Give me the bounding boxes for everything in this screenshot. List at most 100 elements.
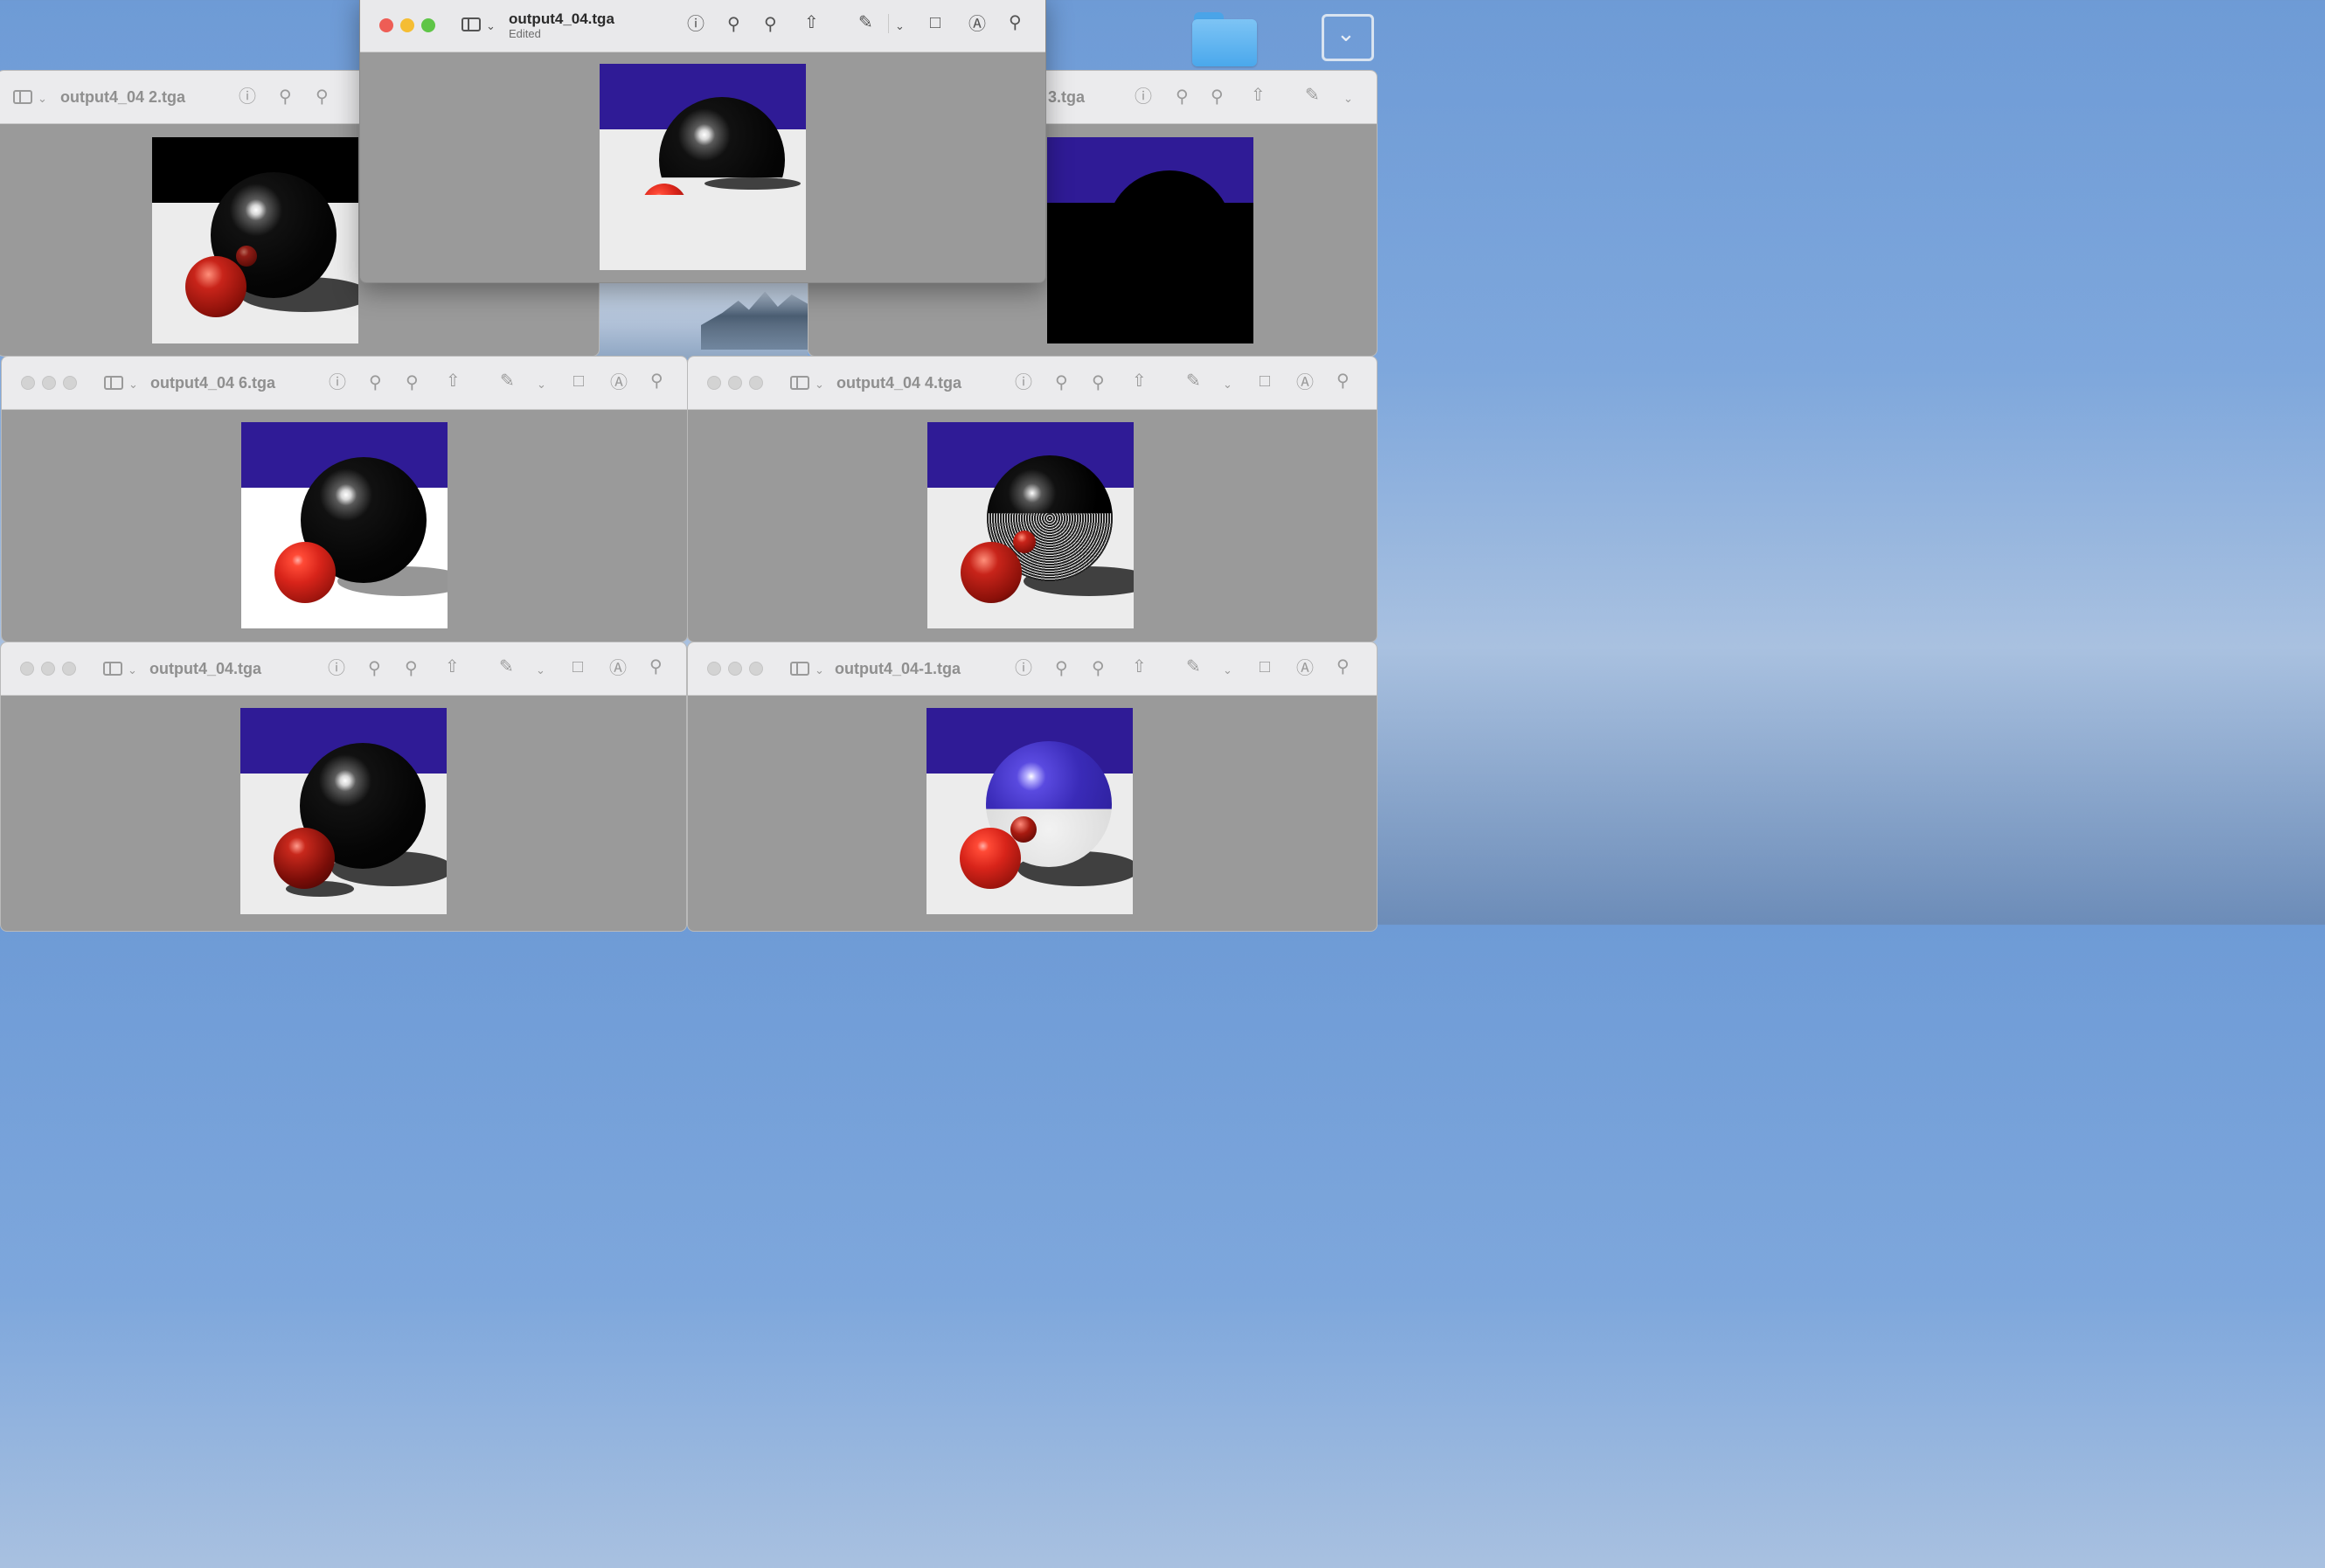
search-icon[interactable]: ⚲ <box>1009 14 1022 31</box>
zoom-out-icon[interactable]: ⚲ <box>369 374 382 392</box>
sidebar-icon[interactable] <box>103 662 122 676</box>
rotate-icon[interactable]: □ <box>573 658 583 676</box>
preview-window-output4-04-6[interactable]: ⌄ output4_04 6.tga ⓘ ⚲ ⚲ ⇧ ✎ ⌄ □ Ⓐ ⚲ <box>1 356 688 642</box>
info-icon[interactable]: ⓘ <box>329 374 346 392</box>
close-button[interactable] <box>20 662 34 676</box>
chevron-down-icon[interactable]: ⌄ <box>486 17 496 35</box>
annotate-icon[interactable]: Ⓐ <box>1296 660 1314 677</box>
window-title: output4_04 2.tga <box>60 88 186 106</box>
zoom-out-icon[interactable]: ⚲ <box>1055 660 1068 677</box>
preview-window-output4-04-4[interactable]: ⌄ output4_04 4.tga ⓘ ⚲ ⚲ ⇧ ✎ ⌄ □ Ⓐ ⚲ <box>687 356 1378 642</box>
zoom-out-icon[interactable]: ⚲ <box>1176 88 1189 106</box>
sidebar-icon[interactable] <box>462 17 481 31</box>
zoom-out-icon[interactable]: ⚲ <box>368 660 381 677</box>
search-icon[interactable]: ⚲ <box>1336 658 1350 676</box>
zoom-button[interactable] <box>421 18 435 32</box>
minimize-button[interactable] <box>728 662 742 676</box>
zoom-out-icon[interactable]: ⚲ <box>1055 374 1068 392</box>
zoom-button[interactable] <box>63 376 77 390</box>
chevron-down-icon[interactable]: ⌄ <box>1343 90 1353 108</box>
window-titlebar[interactable]: ⌄ output4_04 4.tga ⓘ ⚲ ⚲ ⇧ ✎ ⌄ □ Ⓐ ⚲ <box>688 357 1377 410</box>
share-icon[interactable]: ⇧ <box>1132 658 1147 676</box>
chevron-down-icon[interactable]: ⌄ <box>815 662 824 679</box>
info-icon[interactable]: ⓘ <box>239 88 256 106</box>
zoom-in-icon[interactable]: ⚲ <box>1211 88 1224 106</box>
zoom-in-icon[interactable]: ⚲ <box>1092 374 1105 392</box>
window-titlebar[interactable]: ⌄ output4_04-1.tga ⓘ ⚲ ⚲ ⇧ ✎ ⌄ □ Ⓐ ⚲ <box>688 642 1377 696</box>
window-titlebar[interactable]: ⌄ output4_04.tga ⓘ ⚲ ⚲ ⇧ ✎ ⌄ □ Ⓐ ⚲ <box>1 642 686 696</box>
info-icon[interactable]: ⓘ <box>1135 88 1152 106</box>
markup-pen-icon[interactable]: ✎ <box>1186 372 1201 390</box>
annotate-icon[interactable]: Ⓐ <box>609 660 627 677</box>
window-titlebar[interactable]: ⌄ output4_04.tga Edited ⓘ ⚲ ⚲ ⇧ ✎ ⌄ □ Ⓐ … <box>360 0 1045 52</box>
window-title: output4_04-1.tga <box>835 660 961 677</box>
markup-pen-icon[interactable]: ✎ <box>500 372 515 390</box>
chevron-down-icon[interactable]: ⌄ <box>895 17 905 35</box>
rendered-image <box>927 708 1133 914</box>
close-button[interactable] <box>707 376 721 390</box>
zoom-in-icon[interactable]: ⚲ <box>406 374 419 392</box>
zoom-button[interactable] <box>749 376 763 390</box>
close-button[interactable] <box>707 662 721 676</box>
zoom-in-icon[interactable]: ⚲ <box>764 16 777 33</box>
window-title: output4_04.tga <box>149 660 262 677</box>
window-titlebar[interactable]: ⌄ output4_04 6.tga ⓘ ⚲ ⚲ ⇧ ✎ ⌄ □ Ⓐ ⚲ <box>2 357 687 410</box>
zoom-in-icon[interactable]: ⚲ <box>405 660 418 677</box>
preview-window-output4-04-1[interactable]: ⌄ output4_04-1.tga ⓘ ⚲ ⚲ ⇧ ✎ ⌄ □ Ⓐ ⚲ <box>687 642 1378 932</box>
rotate-icon[interactable]: □ <box>1260 372 1270 390</box>
info-icon[interactable]: ⓘ <box>1015 374 1032 392</box>
share-icon[interactable]: ⇧ <box>804 14 819 31</box>
zoom-out-icon[interactable]: ⚲ <box>279 88 292 106</box>
search-icon[interactable]: ⚲ <box>1336 372 1350 390</box>
rendered-image <box>600 64 806 270</box>
zoom-in-icon[interactable]: ⚲ <box>1092 660 1105 677</box>
info-icon[interactable]: ⓘ <box>328 660 345 677</box>
chevron-down-icon[interactable]: ⌄ <box>537 376 546 393</box>
rotate-icon[interactable]: □ <box>1260 658 1270 676</box>
share-icon[interactable]: ⇧ <box>1132 372 1147 390</box>
close-button[interactable] <box>379 18 393 32</box>
annotate-icon[interactable]: Ⓐ <box>610 374 628 392</box>
desktop-tray-icon[interactable]: ⌄ <box>1322 14 1374 61</box>
annotate-icon[interactable]: Ⓐ <box>968 16 986 33</box>
sidebar-icon[interactable] <box>790 376 809 390</box>
chevron-down-icon[interactable]: ⌄ <box>128 376 138 393</box>
info-icon[interactable]: ⓘ <box>687 16 704 33</box>
preview-window-output4-04[interactable]: ⌄ output4_04.tga ⓘ ⚲ ⚲ ⇧ ✎ ⌄ □ Ⓐ ⚲ <box>0 642 687 932</box>
info-icon[interactable]: ⓘ <box>1015 660 1032 677</box>
search-icon[interactable]: ⚲ <box>649 658 663 676</box>
sidebar-icon[interactable] <box>790 662 809 676</box>
search-icon[interactable]: ⚲ <box>650 372 663 390</box>
markup-pen-icon[interactable]: ✎ <box>858 14 873 31</box>
close-button[interactable] <box>21 376 35 390</box>
zoom-out-icon[interactable]: ⚲ <box>727 16 740 33</box>
zoom-button[interactable] <box>749 662 763 676</box>
window-subtitle: Edited <box>509 27 541 40</box>
minimize-button[interactable] <box>728 376 742 390</box>
minimize-button[interactable] <box>400 18 414 32</box>
markup-pen-icon[interactable]: ✎ <box>499 658 514 676</box>
chevron-down-icon[interactable]: ⌄ <box>815 376 824 393</box>
chevron-down-icon[interactable]: ⌄ <box>1223 662 1232 679</box>
zoom-in-icon[interactable]: ⚲ <box>316 88 329 106</box>
markup-pen-icon[interactable]: ✎ <box>1186 658 1201 676</box>
folder-icon[interactable] <box>1192 12 1257 66</box>
chevron-down-icon[interactable]: ⌄ <box>536 662 545 679</box>
rotate-icon[interactable]: □ <box>573 372 584 390</box>
annotate-icon[interactable]: Ⓐ <box>1296 374 1314 392</box>
chevron-down-icon[interactable]: ⌄ <box>38 90 47 108</box>
minimize-button[interactable] <box>42 376 56 390</box>
sidebar-icon[interactable] <box>104 376 123 390</box>
desktop-wallpaper <box>596 280 808 358</box>
zoom-button[interactable] <box>62 662 76 676</box>
minimize-button[interactable] <box>41 662 55 676</box>
chevron-down-icon[interactable]: ⌄ <box>1223 376 1232 393</box>
chevron-down-icon[interactable]: ⌄ <box>128 662 137 679</box>
share-icon[interactable]: ⇧ <box>446 372 461 390</box>
share-icon[interactable]: ⇧ <box>1251 87 1266 104</box>
rotate-icon[interactable]: □ <box>930 14 940 31</box>
share-icon[interactable]: ⇧ <box>445 658 460 676</box>
sidebar-icon[interactable] <box>13 90 32 104</box>
markup-pen-icon[interactable]: ✎ <box>1305 87 1320 104</box>
preview-window-output4-04-front[interactable]: ⌄ output4_04.tga Edited ⓘ ⚲ ⚲ ⇧ ✎ ⌄ □ Ⓐ … <box>359 0 1046 283</box>
